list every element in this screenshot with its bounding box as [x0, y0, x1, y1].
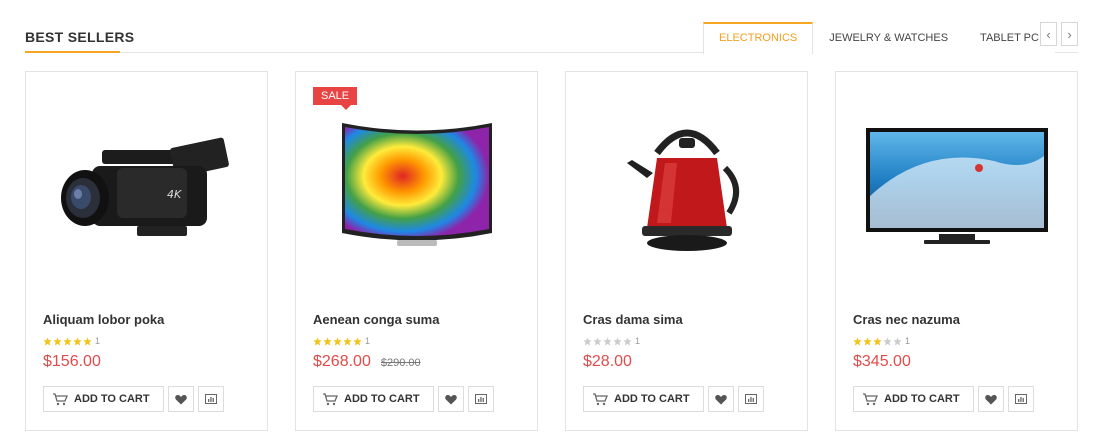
star-icon [343, 336, 352, 345]
product-card: 4K Aliquam lobor poka 1 $156.00 Add to C… [25, 71, 268, 431]
star-icon [593, 336, 602, 345]
add-to-cart-button[interactable]: Add to Cart [583, 386, 704, 412]
svg-text:4K: 4K [167, 188, 182, 201]
rating-count: 1 [95, 336, 101, 346]
heart-icon [714, 394, 727, 404]
product-price: $268.00 [313, 353, 371, 370]
tab-jewelry-watches[interactable]: Jewelry & Watches [813, 22, 965, 53]
heart-icon [984, 394, 997, 404]
product-actions: Add to Cart [313, 386, 494, 412]
product-old-price: $290.00 [380, 357, 421, 369]
product-rating: 1 [43, 336, 100, 346]
product-name[interactable]: Aenean conga suma [313, 312, 439, 327]
product-name[interactable]: Cras nec nazuma [853, 312, 960, 327]
product-grid: 4K Aliquam lobor poka 1 $156.00 Add to C… [25, 71, 1078, 431]
chevron-right-icon: › [1067, 26, 1072, 42]
heart-icon [174, 394, 187, 404]
add-to-cart-label: Add to Cart [614, 393, 690, 405]
product-name[interactable]: Aliquam lobor poka [43, 312, 164, 327]
camcorder-image: 4K [61, 137, 229, 236]
rating-count: 1 [905, 336, 911, 346]
product-actions: Add to Cart [583, 386, 764, 412]
kettle-image [627, 129, 739, 251]
star-icon [883, 336, 892, 345]
wishlist-button[interactable] [707, 386, 734, 412]
product-rating: 1 [313, 336, 370, 346]
product-actions: Add to Cart [853, 386, 1034, 412]
star-icon [83, 336, 92, 345]
compare-button[interactable] [197, 386, 224, 412]
star-icon [333, 336, 342, 345]
product-image[interactable]: 4K [43, 112, 251, 264]
product-rating: 1 [853, 336, 910, 346]
section-title: Best Sellers [25, 29, 135, 45]
add-to-cart-button[interactable]: Add to Cart [43, 386, 164, 412]
chevron-left-icon: ‹ [1046, 26, 1051, 42]
star-icon [313, 336, 322, 345]
star-icon [623, 336, 632, 345]
prev-button[interactable]: ‹ [1040, 22, 1057, 46]
product-card: Cras dama sima 1 $28.00 Add to Cart [565, 71, 808, 431]
add-to-cart-button[interactable]: Add to Cart [313, 386, 434, 412]
rating-count: 1 [635, 336, 641, 346]
rating-count: 1 [365, 336, 371, 346]
wishlist-button[interactable] [437, 386, 464, 412]
title-underline [25, 51, 120, 53]
star-icon [603, 336, 612, 345]
star-icon [583, 336, 592, 345]
price-row: $28.00 [583, 353, 632, 371]
star-icon [613, 336, 622, 345]
cart-icon [863, 392, 878, 405]
chart-icon [204, 394, 217, 404]
product-actions: Add to Cart [43, 386, 224, 412]
star-icon [53, 336, 62, 345]
section-header: Best Sellers Electronics Jewelry & Watch… [25, 22, 1078, 54]
product-image[interactable] [313, 112, 521, 264]
cart-icon [53, 392, 68, 405]
star-icon [73, 336, 82, 345]
add-to-cart-label: Add to Cart [74, 393, 150, 405]
star-icon [43, 336, 52, 345]
product-image[interactable] [583, 112, 791, 264]
add-to-cart-label: Add to Cart [884, 393, 960, 405]
product-rating: 1 [583, 336, 640, 346]
carousel-nav: ‹ › [1040, 22, 1078, 46]
product-price: $345.00 [853, 353, 911, 370]
compare-button[interactable] [1007, 386, 1034, 412]
heart-icon [444, 394, 457, 404]
chart-icon [1014, 394, 1027, 404]
price-row: $156.00 [43, 353, 101, 371]
cart-icon [593, 392, 608, 405]
category-tabs: Electronics Jewelry & Watches Tablet PC [703, 22, 1055, 54]
cart-icon [323, 392, 338, 405]
star-icon [63, 336, 72, 345]
star-icon [863, 336, 872, 345]
product-card: Sale Aenean conga suma [295, 71, 538, 431]
product-card: Cras nec nazuma 1 $345.00 Add to Cart [835, 71, 1078, 431]
wishlist-button[interactable] [167, 386, 194, 412]
curved-tv-image [342, 123, 492, 246]
compare-button[interactable] [467, 386, 494, 412]
price-row: $268.00 $290.00 [313, 353, 421, 371]
star-icon [873, 336, 882, 345]
wishlist-button[interactable] [977, 386, 1004, 412]
star-icon [323, 336, 332, 345]
star-icon [853, 336, 862, 345]
add-to-cart-button[interactable]: Add to Cart [853, 386, 974, 412]
next-button[interactable]: › [1061, 22, 1078, 46]
product-price: $28.00 [583, 353, 632, 370]
star-icon [353, 336, 362, 345]
price-row: $345.00 [853, 353, 911, 371]
product-price: $156.00 [43, 353, 101, 370]
compare-button[interactable] [737, 386, 764, 412]
sale-badge: Sale [313, 87, 358, 110]
product-name[interactable]: Cras dama sima [583, 312, 683, 327]
flat-tv-image [866, 127, 1048, 244]
product-image[interactable] [853, 112, 1061, 264]
chart-icon [474, 394, 487, 404]
chart-icon [744, 394, 757, 404]
star-icon [893, 336, 902, 345]
add-to-cart-label: Add to Cart [344, 393, 420, 405]
tab-electronics[interactable]: Electronics [703, 22, 814, 54]
